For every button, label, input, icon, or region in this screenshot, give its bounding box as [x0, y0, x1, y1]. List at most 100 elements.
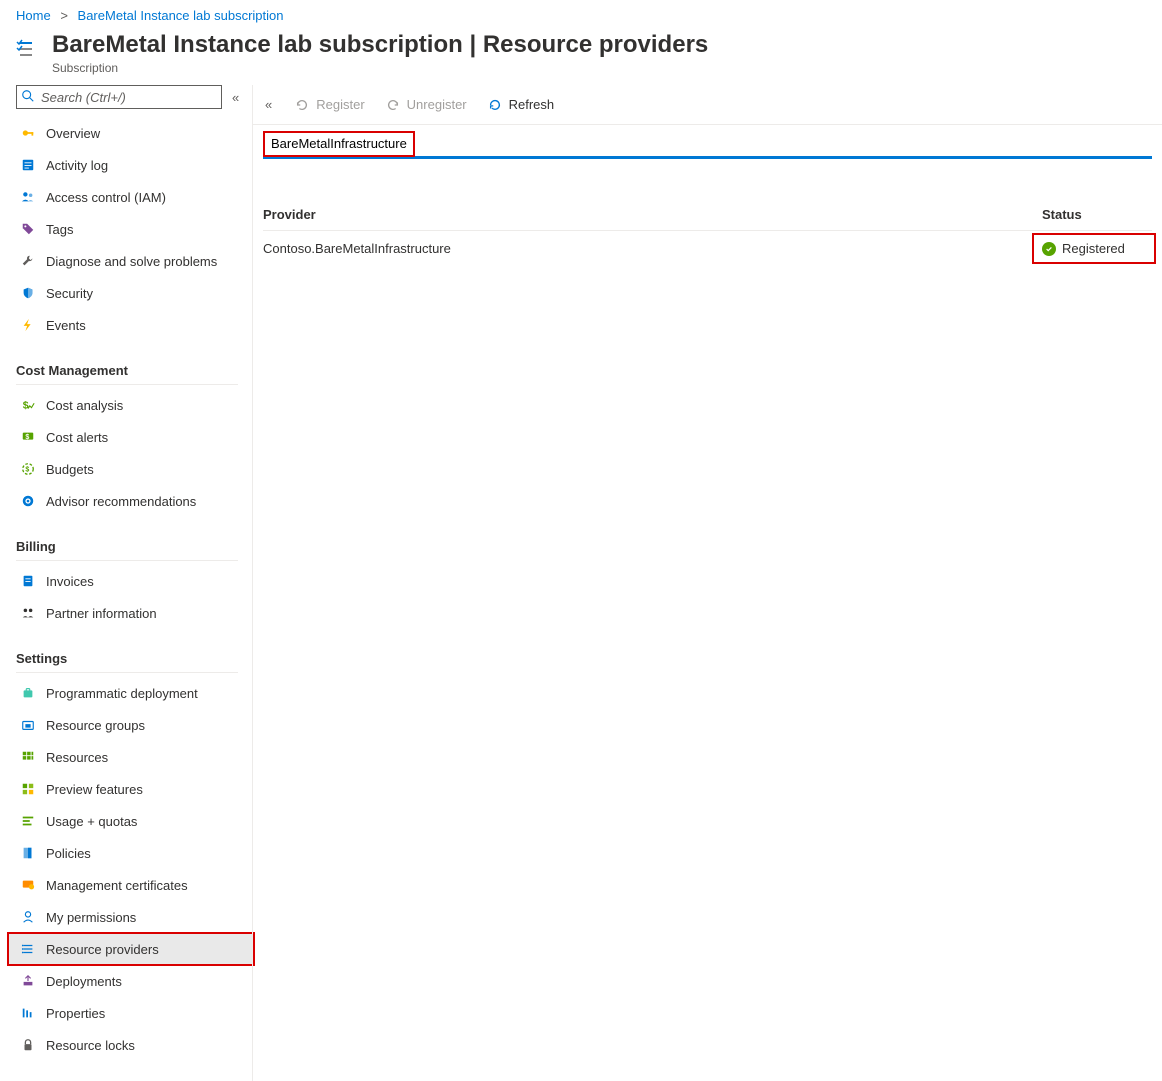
unregister-icon: [385, 97, 401, 113]
page-subtitle: Subscription: [52, 61, 708, 75]
main-content: « Register Unregister Refresh Provider S…: [252, 85, 1162, 1081]
sidebar-group-cost-management: Cost Management: [16, 359, 238, 385]
sidebar-item-policies[interactable]: Policies: [16, 837, 252, 869]
refresh-icon: [487, 97, 503, 113]
sidebar-item-label: Management certificates: [46, 878, 188, 893]
sidebar-search-input[interactable]: [16, 85, 222, 109]
column-header-provider[interactable]: Provider: [263, 207, 1042, 222]
collapse-sidebar-icon[interactable]: «: [232, 90, 239, 105]
sidebar-group-settings: Settings: [16, 647, 238, 673]
sidebar-item-label: Activity log: [46, 158, 108, 173]
providers-icon: [20, 941, 36, 957]
key-icon: [20, 125, 36, 141]
sidebar-item-properties[interactable]: Properties: [16, 997, 252, 1029]
sidebar-item-label: Security: [46, 286, 93, 301]
sidebar-item-cost-analysis[interactable]: $ Cost analysis: [16, 389, 252, 421]
lock-icon: [20, 1037, 36, 1053]
unregister-button[interactable]: Unregister: [377, 93, 475, 117]
column-header-status[interactable]: Status: [1042, 207, 1152, 222]
wrench-icon: [20, 253, 36, 269]
sidebar-item-invoices[interactable]: Invoices: [16, 565, 252, 597]
subscription-icon: [16, 37, 40, 61]
policy-icon: [20, 845, 36, 861]
bolt-icon: [20, 317, 36, 333]
register-label: Register: [316, 97, 364, 112]
register-button[interactable]: Register: [286, 93, 372, 117]
sidebar-item-advisor-recommendations[interactable]: Advisor recommendations: [16, 485, 252, 517]
refresh-button[interactable]: Refresh: [479, 93, 563, 117]
svg-text:$: $: [25, 467, 29, 474]
svg-text:$: $: [25, 434, 29, 441]
svg-text:$: $: [23, 400, 29, 412]
sidebar-item-label: Resource groups: [46, 718, 145, 733]
sidebar-item-label: Tags: [46, 222, 73, 237]
sidebar-item-partner-information[interactable]: Partner information: [16, 597, 252, 629]
sidebar-item-label: Diagnose and solve problems: [46, 254, 217, 269]
providers-table: Provider Status Contoso.BareMetalInfrast…: [263, 199, 1152, 266]
sidebar-item-activity-log[interactable]: Activity log: [16, 149, 252, 181]
sidebar-item-deployments[interactable]: Deployments: [16, 965, 252, 997]
breadcrumb-home[interactable]: Home: [16, 8, 51, 23]
cell-provider: Contoso.BareMetalInfrastructure: [263, 241, 1042, 256]
breadcrumb-current[interactable]: BareMetal Instance lab subscription: [78, 8, 284, 23]
sidebar-item-resource-providers[interactable]: Resource providers: [8, 933, 254, 965]
sidebar-item-label: Overview: [46, 126, 100, 141]
deploy-icon: [20, 973, 36, 989]
sidebar-item-diagnose-and-solve-problems[interactable]: Diagnose and solve problems: [16, 245, 252, 277]
shield-icon: [20, 285, 36, 301]
preview-icon: [20, 781, 36, 797]
sidebar-item-usage-quotas[interactable]: Usage + quotas: [16, 805, 252, 837]
collapse-panel-icon[interactable]: «: [261, 97, 282, 112]
cert-icon: [20, 877, 36, 893]
page-title: BareMetal Instance lab subscription | Re…: [52, 31, 708, 59]
sidebar-item-label: Properties: [46, 1006, 105, 1021]
rg-icon: [20, 717, 36, 733]
sidebar-item-events[interactable]: Events: [16, 309, 252, 341]
refresh-label: Refresh: [509, 97, 555, 112]
sidebar-item-label: Access control (IAM): [46, 190, 166, 205]
sidebar-item-label: Programmatic deployment: [46, 686, 198, 701]
search-icon: [21, 89, 35, 103]
sidebar-item-preview-features[interactable]: Preview features: [16, 773, 252, 805]
sidebar-item-security[interactable]: Security: [16, 277, 252, 309]
sidebar-item-overview[interactable]: Overview: [16, 117, 252, 149]
sidebar-item-label: Partner information: [46, 606, 157, 621]
people-icon: [20, 189, 36, 205]
sidebar-item-label: Preview features: [46, 782, 143, 797]
sidebar-item-label: Invoices: [46, 574, 94, 589]
sidebar-item-management-certificates[interactable]: Management certificates: [16, 869, 252, 901]
log-icon: [20, 157, 36, 173]
sidebar-item-label: My permissions: [46, 910, 136, 925]
sidebar-item-resource-groups[interactable]: Resource groups: [16, 709, 252, 741]
sidebar: « Overview Activity log Access control (IA…: [0, 85, 252, 1081]
breadcrumb: Home > BareMetal Instance lab subscripti…: [0, 0, 1162, 27]
sidebar-item-label: Budgets: [46, 462, 94, 477]
check-icon: [1042, 242, 1056, 256]
sidebar-item-label: Cost analysis: [46, 398, 123, 413]
usage-icon: [20, 813, 36, 829]
sidebar-item-resource-locks[interactable]: Resource locks: [16, 1029, 252, 1061]
sidebar-item-my-permissions[interactable]: My permissions: [16, 901, 252, 933]
sidebar-item-label: Cost alerts: [46, 430, 108, 445]
sidebar-item-label: Resources: [46, 750, 108, 765]
bag-icon: [20, 685, 36, 701]
filter-underline: [263, 157, 1152, 159]
register-icon: [294, 97, 310, 113]
unregister-label: Unregister: [407, 97, 467, 112]
grid-icon: [20, 749, 36, 765]
filter-input[interactable]: [263, 131, 1152, 157]
sidebar-item-label: Deployments: [46, 974, 122, 989]
sidebar-item-programmatic-deployment[interactable]: Programmatic deployment: [16, 677, 252, 709]
advisor-icon: [20, 493, 36, 509]
invoice-icon: [20, 573, 36, 589]
sidebar-item-access-control-iam-[interactable]: Access control (IAM): [16, 181, 252, 213]
page-header: BareMetal Instance lab subscription | Re…: [0, 27, 1162, 85]
person-icon: [20, 909, 36, 925]
sidebar-item-cost-alerts[interactable]: $ Cost alerts: [16, 421, 252, 453]
table-row[interactable]: Contoso.BareMetalInfrastructureRegistere…: [263, 231, 1152, 266]
sidebar-item-label: Resource providers: [46, 942, 159, 957]
sidebar-item-budgets[interactable]: $ Budgets: [16, 453, 252, 485]
sidebar-item-label: Policies: [46, 846, 91, 861]
sidebar-item-resources[interactable]: Resources: [16, 741, 252, 773]
sidebar-item-tags[interactable]: Tags: [16, 213, 252, 245]
